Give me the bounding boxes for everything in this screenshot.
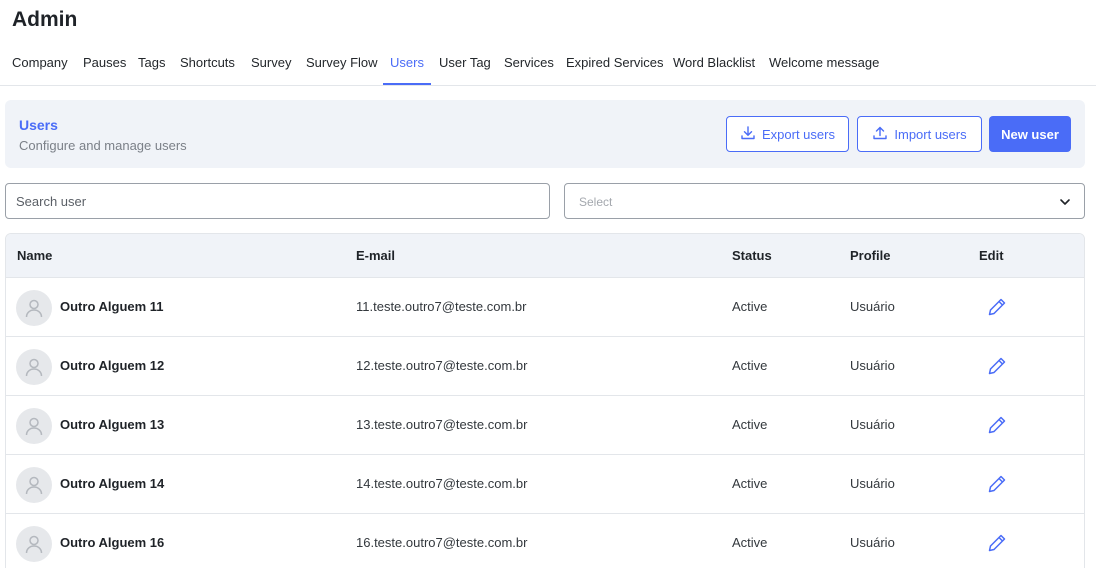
export-users-button[interactable]: Export users (726, 116, 849, 152)
column-header-status: Status (732, 248, 772, 263)
user-email: 13.teste.outro7@teste.com.br (356, 417, 528, 432)
column-header-name: Name (17, 248, 53, 263)
user-icon (25, 417, 43, 436)
avatar (16, 467, 52, 503)
users-header-banner: Users Configure and manage users Export … (5, 100, 1085, 168)
pencil-icon[interactable] (986, 473, 1008, 495)
tab-word-blacklist[interactable]: Word Blacklist (673, 44, 755, 85)
section-title: Users (19, 117, 58, 133)
user-profile: Usuário (850, 535, 895, 550)
import-users-label: Import users (894, 126, 967, 142)
new-user-button[interactable]: New user (989, 116, 1071, 152)
tab-bar: Company Pauses Tags Shortcuts Survey Sur… (0, 44, 1096, 86)
table-header: Name E-mail Status Profile Edit (6, 234, 1084, 278)
table-row: Outro Alguem 12 12.teste.outro7@teste.co… (6, 337, 1084, 396)
user-profile: Usuário (850, 417, 895, 432)
chevron-down-icon (1060, 199, 1070, 205)
section-subtitle: Configure and manage users (19, 138, 187, 153)
column-header-email: E-mail (356, 248, 396, 263)
user-name: Outro Alguem 16 (60, 535, 165, 550)
avatar (16, 526, 52, 562)
user-status: Active (732, 417, 768, 432)
tab-shortcuts[interactable]: Shortcuts (180, 44, 235, 85)
table-row: Outro Alguem 11 11.teste.outro7@teste.co… (6, 278, 1084, 337)
tab-user-tag[interactable]: User Tag (439, 44, 491, 85)
user-name: Outro Alguem 11 (60, 299, 164, 314)
user-email: 12.teste.outro7@teste.com.br (356, 358, 528, 373)
tab-users[interactable]: Users (383, 44, 431, 85)
user-profile: Usuário (850, 299, 895, 314)
user-icon (25, 535, 43, 554)
tab-tags[interactable]: Tags (138, 44, 165, 85)
user-email: 11.teste.outro7@teste.com.br (356, 299, 527, 314)
user-icon (25, 299, 43, 318)
user-status: Active (732, 358, 768, 373)
table-row: Outro Alguem 14 14.teste.outro7@teste.co… (6, 455, 1084, 514)
user-name: Outro Alguem 14 (60, 476, 165, 491)
pencil-icon[interactable] (986, 414, 1008, 436)
users-table: Name E-mail Status Profile Edit Outro Al… (5, 233, 1085, 568)
user-email: 16.teste.outro7@teste.com.br (356, 535, 528, 550)
tab-company[interactable]: Company (12, 44, 68, 85)
export-users-label: Export users (762, 126, 835, 142)
user-status: Active (732, 476, 768, 491)
user-profile: Usuário (850, 476, 895, 491)
upload-icon (872, 125, 888, 144)
download-icon (740, 125, 756, 144)
tab-expired-services[interactable]: Expired Services (566, 44, 664, 85)
pencil-icon[interactable] (986, 532, 1008, 554)
filter-select[interactable]: Select (564, 183, 1085, 219)
table-row: Outro Alguem 16 16.teste.outro7@teste.co… (6, 514, 1084, 568)
user-icon (25, 358, 43, 377)
user-name: Outro Alguem 12 (60, 358, 165, 373)
user-icon (25, 476, 43, 495)
column-header-edit: Edit (979, 248, 1004, 263)
select-placeholder: Select (579, 195, 613, 209)
tab-survey[interactable]: Survey (251, 44, 291, 85)
pencil-icon[interactable] (986, 296, 1008, 318)
user-status: Active (732, 535, 768, 550)
import-users-button[interactable]: Import users (857, 116, 982, 152)
tab-services[interactable]: Services (504, 44, 554, 85)
avatar (16, 349, 52, 385)
tab-survey-flow[interactable]: Survey Flow (306, 44, 378, 85)
tab-welcome-message[interactable]: Welcome message (769, 44, 879, 85)
tab-pauses[interactable]: Pauses (83, 44, 126, 85)
avatar (16, 408, 52, 444)
page-title: Admin (12, 8, 78, 31)
user-email: 14.teste.outro7@teste.com.br (356, 476, 528, 491)
user-profile: Usuário (850, 358, 895, 373)
table-row: Outro Alguem 13 13.teste.outro7@teste.co… (6, 396, 1084, 455)
user-name: Outro Alguem 13 (60, 417, 165, 432)
pencil-icon[interactable] (986, 355, 1008, 377)
user-status: Active (732, 299, 768, 314)
search-user-input[interactable] (5, 183, 550, 219)
avatar (16, 290, 52, 326)
column-header-profile: Profile (850, 248, 891, 263)
